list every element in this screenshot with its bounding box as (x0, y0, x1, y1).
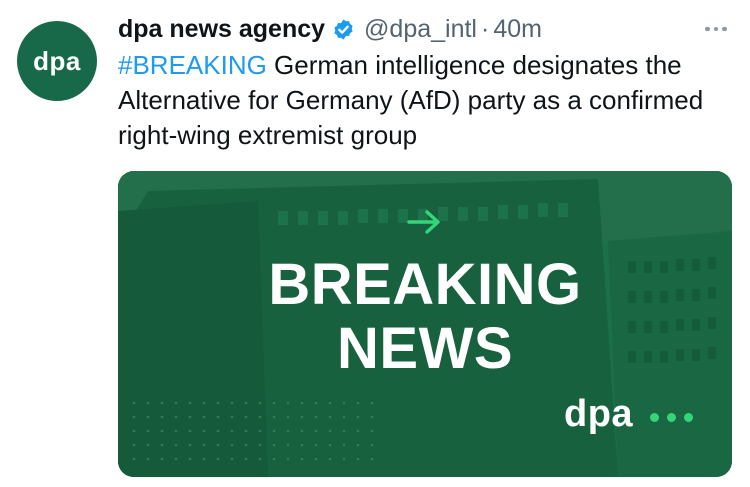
logo-dots-icon (650, 413, 693, 422)
separator-dot: · (480, 14, 490, 43)
more-dot (705, 26, 710, 32)
hashtag-link[interactable]: #BREAKING (118, 50, 267, 80)
breaking-news-headline: BREAKING NEWS (118, 253, 732, 381)
verified-badge-icon[interactable] (332, 18, 355, 41)
tweet-header: dpa news agency @dpa_intl · 40m (118, 12, 700, 46)
tweet-text: #BREAKING German intelligence designates… (118, 48, 728, 153)
timestamp[interactable]: 40m (493, 15, 542, 44)
more-dot (722, 26, 727, 32)
handle[interactable]: @dpa_intl (364, 15, 477, 44)
more-icon[interactable] (699, 16, 733, 42)
more-dot (713, 26, 719, 32)
avatar[interactable]: dpa (17, 21, 97, 101)
headline-line-2: NEWS (337, 316, 513, 381)
display-name[interactable]: dpa news agency (118, 15, 325, 44)
avatar-text: dpa (33, 45, 81, 76)
arrow-right-icon (407, 210, 440, 234)
media-image[interactable]: BREAKING NEWS dpa (118, 171, 732, 477)
dpa-logo: dpa (564, 393, 634, 435)
headline-line-1: BREAKING (268, 252, 582, 317)
